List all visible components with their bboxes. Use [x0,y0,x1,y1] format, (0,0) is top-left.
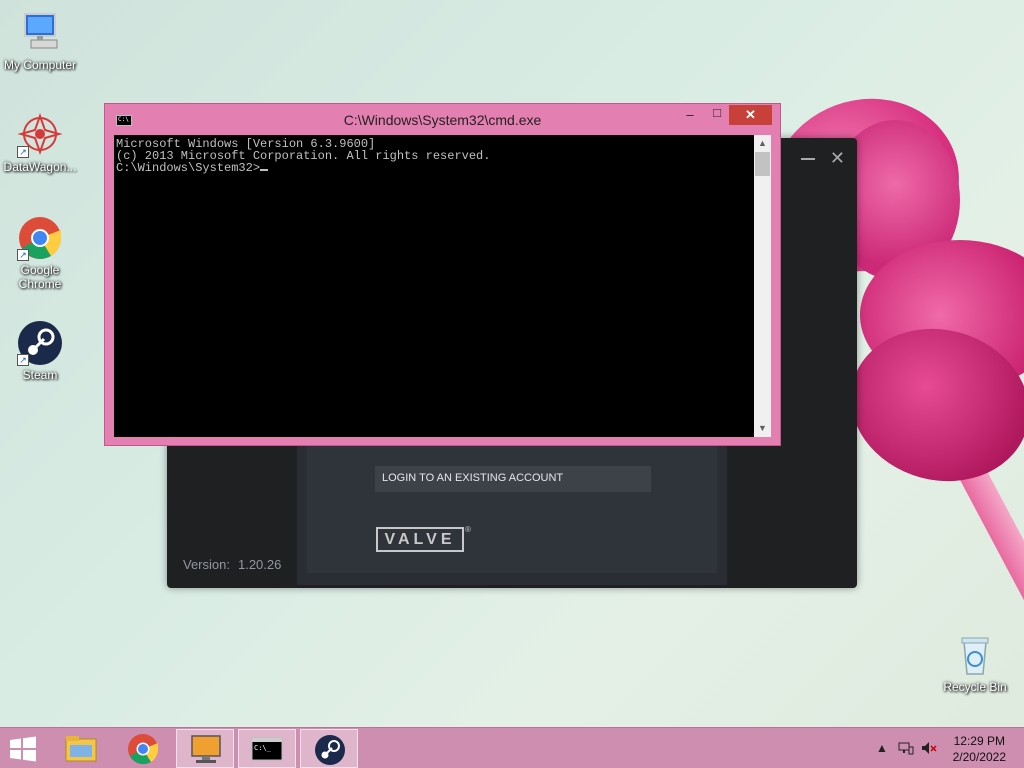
desktop-icon-datawagon[interactable]: ↗ DataWagon... [0,112,80,174]
recycle-bin-icon [952,632,998,678]
scrollbar-thumb[interactable] [755,152,770,176]
taskbar-steam[interactable] [300,729,358,768]
version-value: 1.20.26 [237,557,282,572]
taskbar-google-chrome[interactable] [114,729,172,768]
steam-icon [315,735,345,765]
desktop-icon-label: DataWagon... [3,160,77,174]
monitor-icon [191,735,221,763]
desktop-icon-google-chrome[interactable]: ↗ Google Chrome [0,215,80,291]
svg-text:C:\_: C:\_ [254,744,272,752]
clock-date: 2/20/2022 [952,750,1006,764]
cmd-titlebar[interactable]: C:\ C:\Windows\System32\cmd.exe ‒ □ ✕ [105,104,780,135]
my-computer-icon [17,10,63,56]
taskbar-command-prompt[interactable]: C:\_ [238,729,296,768]
desktop-icon-label: Google Chrome [18,263,62,291]
taskbar: C:\_ ▲ 12:29 PM 2/20/2022 [0,727,1024,768]
minimize-button[interactable]: ‒ [676,107,704,127]
cmd-window: C:\ C:\Windows\System32\cmd.exe ‒ □ ✕ Mi… [104,103,781,446]
chrome-icon [128,734,159,765]
taskbar-computer[interactable] [176,729,234,768]
windows-logo-icon [10,736,36,762]
desktop-icon-recycle-bin[interactable]: Recycle Bin [935,632,1015,694]
close-button[interactable]: ✕ [729,105,772,125]
shortcut-arrow-icon: ↗ [17,146,29,158]
console-prompt-line: C:\Windows\System32> [116,162,752,174]
close-icon[interactable]: ✕ [830,148,845,169]
vertical-scrollbar[interactable]: ▲ ▼ [754,135,771,437]
desktop-icon-label: Steam [22,368,58,382]
steam-login-panel [297,443,727,585]
taskbar-file-explorer[interactable] [52,729,110,768]
registered-mark-icon: ® [465,525,471,534]
version-label: Version: [183,557,230,572]
desktop-icon-my-computer[interactable]: My Computer [0,10,80,72]
command-prompt-icon: C:\_ [251,737,283,761]
show-hidden-icons-icon[interactable]: ▲ [876,741,888,755]
network-icon[interactable] [898,741,914,758]
cmd-console[interactable]: Microsoft Windows [Version 6.3.9600] (c)… [114,135,754,437]
clock-time: 12:29 PM [953,734,1005,748]
valve-logo: VALVE [376,527,464,552]
desktop-icon-label: Recycle Bin [943,680,1007,694]
datawagon-icon: ↗ [17,112,63,158]
shortcut-arrow-icon: ↗ [17,354,29,366]
steam-icon: ↗ [17,320,63,366]
login-existing-account-button[interactable]: LOGIN TO AN EXISTING ACCOUNT [375,466,651,492]
shortcut-arrow-icon: ↗ [17,249,29,261]
volume-muted-icon[interactable] [921,741,937,758]
minimize-icon[interactable] [801,158,815,160]
desktop-icon-steam[interactable]: ↗ Steam [0,320,80,382]
console-prompt: C:\Windows\System32> [116,161,261,175]
desktop-icon-label: My Computer [3,58,77,72]
maximize-button[interactable]: □ [703,105,731,125]
folder-icon [65,736,97,762]
start-button[interactable] [8,736,38,762]
scroll-down-icon[interactable]: ▼ [754,420,771,437]
steam-version: Version: 1.20.26 [183,557,281,572]
scroll-up-icon[interactable]: ▲ [754,135,771,152]
chrome-icon: ↗ [17,215,63,261]
steam-login-panel-inner [307,443,717,573]
text-cursor [260,169,269,171]
taskbar-clock[interactable]: 12:29 PM 2/20/2022 [953,733,1006,765]
